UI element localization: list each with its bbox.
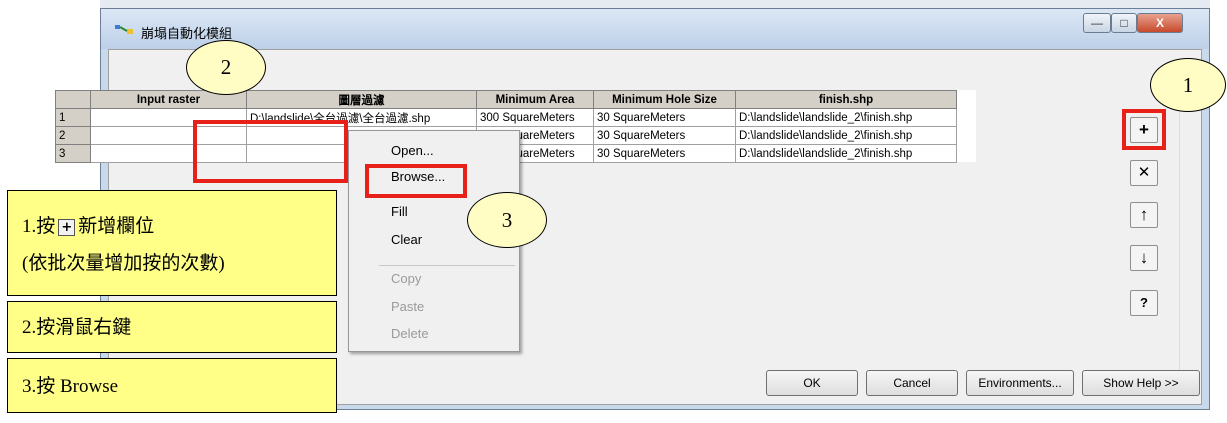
- note1-prefix: 1.按: [22, 216, 56, 237]
- instruction-note-1: 1.按 + 新增欄位 (依批次量增加按的次數): [7, 190, 337, 296]
- plus-icon: +: [58, 219, 76, 236]
- grid-header-minimum-hole-size[interactable]: Minimum Hole Size: [593, 90, 736, 109]
- callout-2: 2: [186, 40, 266, 95]
- finish-shp-cell[interactable]: D:\landslide\landslide_2\finish.shp: [735, 144, 957, 163]
- highlight-browse: [365, 164, 467, 198]
- menu-item-copy: Copy: [391, 271, 422, 286]
- minimum-hole-size-cell[interactable]: 30 SquareMeters: [593, 126, 736, 145]
- note1-line2: (依批次量增加按的次數): [22, 253, 225, 274]
- grid-header-corner: [55, 90, 91, 109]
- menu-item-open[interactable]: Open...: [391, 143, 434, 158]
- close-button[interactable]: X: [1137, 13, 1183, 33]
- menu-separator: [379, 265, 515, 266]
- cancel-button[interactable]: Cancel: [866, 370, 958, 396]
- move-down-button[interactable]: ↓: [1130, 245, 1158, 271]
- row-number[interactable]: 3: [55, 144, 91, 163]
- model-icon: [115, 25, 133, 34]
- help-button[interactable]: ?: [1130, 290, 1158, 316]
- menu-item-clear[interactable]: Clear: [391, 232, 422, 247]
- vertical-scrollbar[interactable]: [1179, 98, 1195, 381]
- minimize-button[interactable]: —: [1083, 13, 1111, 33]
- maximize-button[interactable]: □: [1111, 13, 1137, 33]
- arrow-up-icon: ↑: [1139, 205, 1149, 224]
- grid-header-minimum-area[interactable]: Minimum Area: [476, 90, 594, 109]
- move-up-button[interactable]: ↑: [1130, 202, 1158, 228]
- grid-header-layer-filter[interactable]: 圖層過濾: [246, 90, 477, 109]
- callout-3: 3: [467, 192, 547, 248]
- highlight-add-button: [1122, 109, 1166, 150]
- window-title: 崩塌自動化模組: [141, 27, 233, 42]
- show-help-button[interactable]: Show Help >>: [1082, 370, 1200, 396]
- callout-1: 1: [1150, 58, 1226, 112]
- finish-shp-cell[interactable]: D:\landslide\landslide_2\finish.shp: [735, 126, 957, 145]
- grid-header-finish-shp[interactable]: finish.shp: [735, 90, 957, 109]
- ok-button[interactable]: OK: [766, 370, 858, 396]
- minimum-hole-size-cell[interactable]: 30 SquareMeters: [593, 144, 736, 163]
- highlight-input-raster: [193, 120, 348, 183]
- minimum-hole-size-cell[interactable]: 30 SquareMeters: [593, 108, 736, 127]
- environments-button[interactable]: Environments...: [966, 370, 1074, 396]
- title-bar[interactable]: 崩塌自動化模組 — □ X: [101, 9, 1209, 49]
- minimum-area-cell[interactable]: 300 SquareMeters: [476, 108, 594, 127]
- grid-header-row: Input raster 圖層過濾 Minimum Area Minimum H…: [55, 90, 957, 109]
- table-row[interactable]: 1 D:\landslide\全台過濾\全台過濾.shp 300 SquareM…: [55, 108, 957, 127]
- arrow-down-icon: ↓: [1139, 248, 1149, 267]
- menu-item-delete: Delete: [391, 326, 429, 341]
- row-number[interactable]: 2: [55, 126, 91, 145]
- row-number[interactable]: 1: [55, 108, 91, 127]
- finish-shp-cell[interactable]: D:\landslide\landslide_2\finish.shp: [735, 108, 957, 127]
- help-icon: ?: [1140, 295, 1148, 310]
- instruction-note-3: 3.按 Browse: [7, 358, 337, 413]
- note1-suffix: 新增欄位: [78, 216, 155, 237]
- menu-item-paste: Paste: [391, 299, 425, 314]
- x-icon: ✕: [1137, 164, 1151, 181]
- instruction-note-2: 2.按滑鼠右鍵: [7, 301, 337, 353]
- menu-item-fill[interactable]: Fill: [391, 204, 408, 219]
- remove-row-button[interactable]: ✕: [1130, 160, 1158, 186]
